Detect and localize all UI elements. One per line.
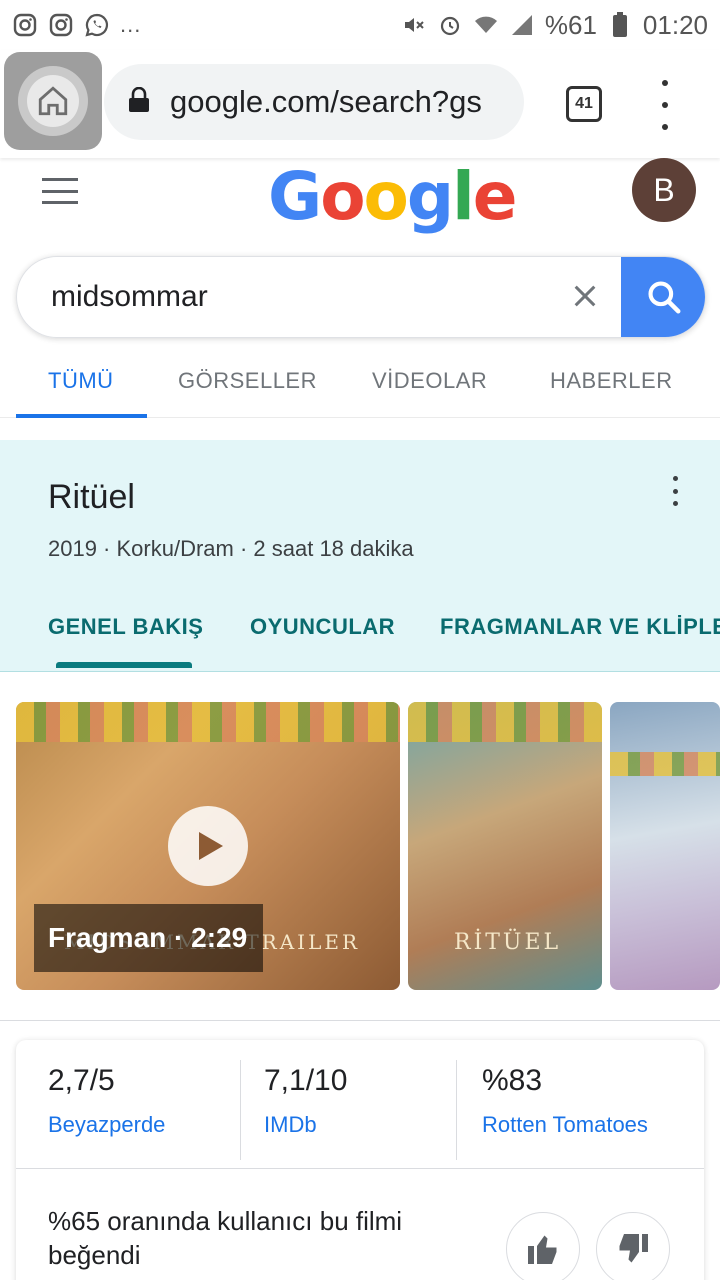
hamburger-line [42,201,78,204]
flower-crown-decoration [16,702,400,742]
thumbs-up-button[interactable] [506,1212,580,1280]
home-icon [27,75,79,127]
menu-dot [662,80,668,86]
more-notifications: ... [120,12,142,37]
rating-score: %83 [482,1064,543,1097]
ratings-card: 2,7/5 Beyazperde 7,1/10 IMDb %83 Rotten … [16,1040,704,1280]
instagram-icon [12,12,38,38]
rating-source-link[interactable]: Rotten Tomatoes [482,1112,648,1138]
flower-crown-decoration [610,752,720,776]
lock-icon [128,86,150,118]
clear-search-button[interactable] [565,277,605,317]
rating-score: 2,7/5 [48,1064,115,1097]
menu-dot [672,488,678,494]
browser-toolbar: google.com/search?gs 41 [0,50,720,158]
tab-news[interactable]: HABERLER [550,368,673,394]
battery-percent: %61 [544,9,597,40]
search-icon [648,281,681,314]
whatsapp-icon [84,12,110,38]
rating-source-link[interactable]: IMDb [264,1112,347,1138]
alarm-icon [437,12,463,38]
logo-letter: G [268,158,322,235]
menu-dot [672,501,678,506]
menu-dot [672,476,678,481]
poster-title-text: RİTÜEL [454,930,562,955]
status-right: %61 01:20 [401,10,708,41]
flower-crown-decoration [408,702,602,742]
tab-switcher-button[interactable]: 41 [566,86,602,122]
close-icon [574,285,596,307]
google-logo[interactable]: Google [268,158,518,235]
tab-trailers[interactable]: FRAGMANLAR VE KLİPLER [440,614,720,640]
mute-icon [401,12,427,38]
rating-score: 7,1/10 [264,1064,348,1097]
knowledge-panel: Ritüel 2019 · Korku/Dram · 2 saat 18 dak… [0,440,720,672]
search-box [16,256,706,338]
still-image[interactable] [610,702,720,990]
assistive-ring [18,66,88,136]
panel-more-icon[interactable] [668,476,682,506]
rating-beyazperde[interactable]: 2,7/5 Beyazperde [48,1064,165,1138]
thumbs-up-icon [528,1235,557,1264]
menu-dot [662,124,668,130]
url-text: google.com/search?gs [170,84,482,119]
audience-liked-text: %65 oranında kullanıcı bu filmi beğendi [48,1206,403,1270]
hamburger-line [42,178,78,181]
rating-divider [240,1060,241,1160]
logo-letter: o [320,158,365,235]
play-button[interactable] [168,806,248,886]
instagram-icon [48,12,74,38]
tab-all[interactable]: TÜMÜ [48,368,114,394]
rating-rotten-tomatoes[interactable]: %83 Rotten Tomatoes [482,1064,648,1138]
account-avatar[interactable]: B [632,158,696,222]
status-left: ... [12,12,141,38]
search-input[interactable] [51,257,531,337]
status-bar: ... %61 01:20 [0,0,720,50]
thumbs-down-icon [619,1234,648,1263]
poster-image[interactable]: RİTÜEL [408,702,602,990]
browser-menu-button[interactable] [650,80,680,130]
movie-title: Ritüel [48,478,135,516]
wifi-icon [473,12,499,38]
clock: 01:20 [642,9,708,40]
logo-letter: e [472,158,518,235]
search-button[interactable] [621,257,705,337]
battery-icon [607,12,633,38]
panel-tab-indicator [56,662,192,668]
tab-overview[interactable]: GENEL BAKIŞ [48,614,203,640]
trailer-label: Fragman · 2:29 [34,904,264,972]
signal-icon [509,12,535,38]
assistive-home-button[interactable] [4,52,102,150]
trailer-video-thumbnail[interactable]: MIDSOMMAR TRAILER Fragman · 2:29 [16,702,400,990]
thumbs-down-button[interactable] [596,1212,670,1280]
search-tabs: TÜMÜ GÖRSELLER VİDEOLAR HABERLER [0,352,720,418]
address-bar[interactable]: google.com/search?gs [104,64,524,140]
tab-images[interactable]: GÖRSELLER [178,368,317,394]
logo-letter: l [452,158,475,235]
active-tab-indicator [16,414,147,418]
rating-imdb[interactable]: 7,1/10 IMDb [264,1064,347,1138]
logo-letter: g [406,158,454,235]
movie-subtitle: 2019 · Korku/Dram · 2 saat 18 dakika [48,536,414,561]
tab-cast[interactable]: OYUNCULAR [250,614,395,640]
logo-letter: o [363,158,409,235]
card-divider [16,1168,704,1169]
menu-dot [662,102,668,108]
tab-videos[interactable]: VİDEOLAR [372,368,487,394]
hamburger-menu-icon[interactable] [42,178,78,204]
section-divider [0,1020,720,1021]
rating-source-link[interactable]: Beyazperde [48,1112,165,1138]
rating-divider [456,1060,457,1160]
hamburger-line [42,189,78,193]
play-icon [199,832,223,860]
